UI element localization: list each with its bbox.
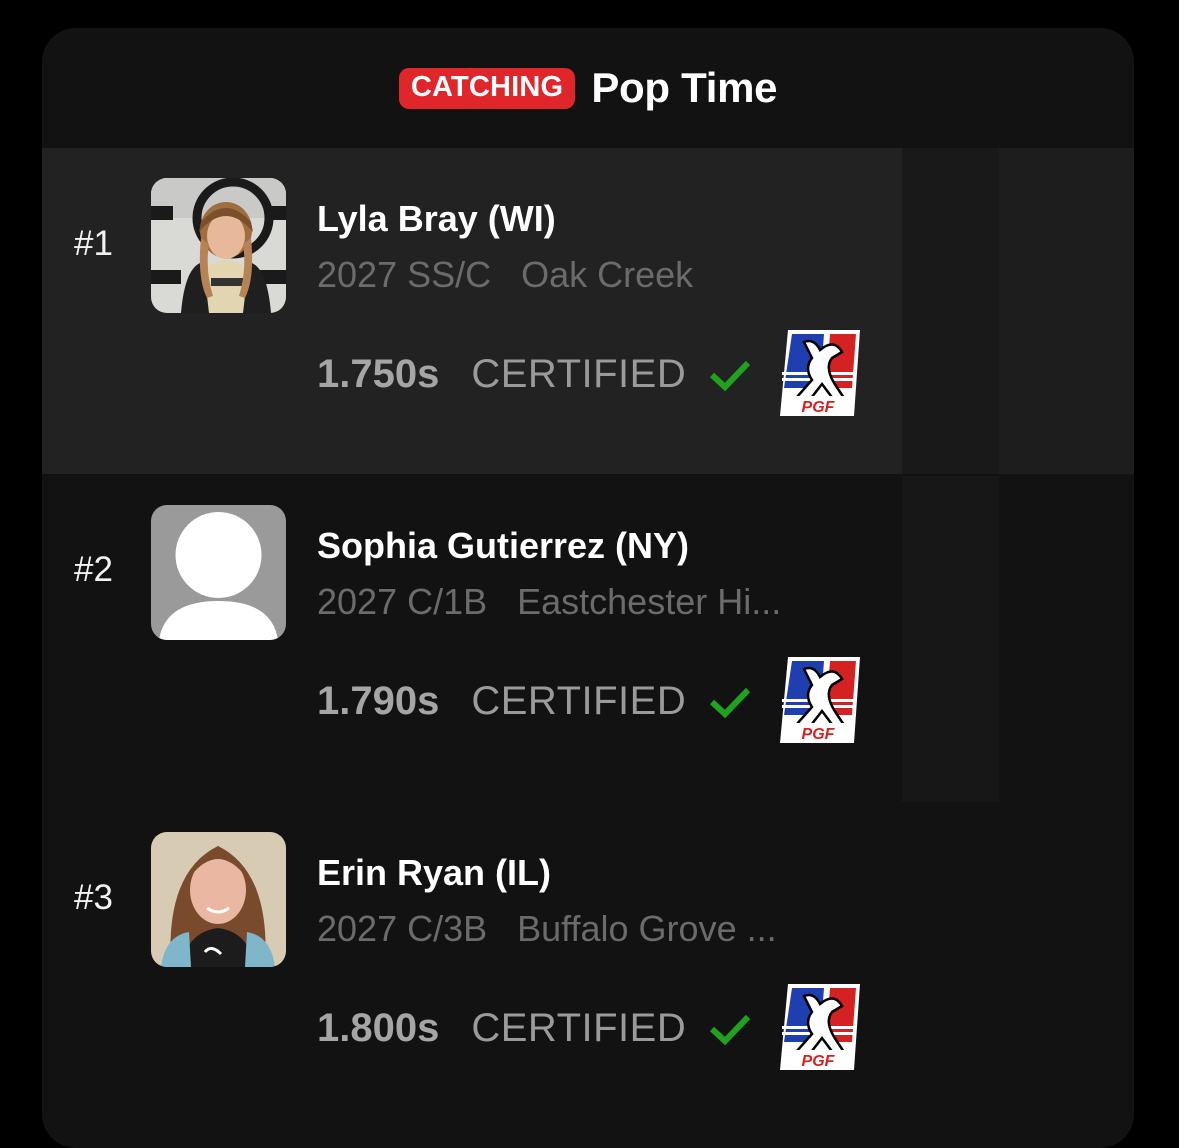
team-name: Buffalo Grove ... bbox=[517, 908, 777, 949]
player-photo-icon bbox=[151, 178, 286, 313]
avatar[interactable] bbox=[151, 832, 286, 967]
column-strip bbox=[902, 476, 999, 802]
svg-text:PGF: PGF bbox=[802, 399, 836, 416]
team-name: Oak Creek bbox=[521, 254, 694, 295]
class-position: 2027 C/3B bbox=[317, 908, 488, 949]
player-details: 2027 C/3B Buffalo Grove ... bbox=[317, 908, 777, 950]
card-header: CATCHING Pop Time bbox=[42, 28, 1134, 148]
pop-time-value: 1.790s bbox=[317, 679, 440, 723]
pop-time-stat: 1.800s CERTIFIED bbox=[317, 1006, 752, 1051]
rank-label: #2 bbox=[74, 550, 113, 589]
pop-time-value: 1.800s bbox=[317, 1006, 440, 1050]
pgf-logo-icon: PGF bbox=[780, 657, 860, 743]
list-item[interactable]: #3 Erin Ryan (IL) 2027 C/3B Buffalo Grove… bbox=[42, 804, 902, 1130]
column-strip bbox=[902, 148, 999, 474]
list-item[interactable]: #1 Lyla Bray (WI) 2027 SS/C Oak Creek 1.… bbox=[42, 148, 902, 474]
svg-text:PGF: PGF bbox=[802, 1053, 836, 1070]
player-name: Lyla Bray (WI) bbox=[317, 198, 556, 239]
avatar-placeholder-icon bbox=[151, 505, 286, 640]
class-position: 2027 C/1B bbox=[317, 581, 488, 622]
pop-time-stat: 1.790s CERTIFIED bbox=[317, 679, 752, 724]
pgf-logo-icon: PGF bbox=[780, 330, 860, 416]
certified-label: CERTIFIED bbox=[471, 679, 687, 723]
column-strip bbox=[999, 148, 1134, 474]
check-icon bbox=[710, 1014, 751, 1045]
player-details: 2027 SS/C Oak Creek bbox=[317, 254, 693, 296]
pop-time-value: 1.750s bbox=[317, 352, 440, 396]
player-photo-icon bbox=[151, 832, 286, 967]
class-position: 2027 SS/C bbox=[317, 254, 492, 295]
team-name: Eastchester Hi... bbox=[517, 581, 782, 622]
card-title: Pop Time bbox=[591, 64, 778, 111]
check-icon bbox=[710, 687, 751, 718]
category-badge: CATCHING bbox=[398, 67, 576, 109]
certified-label: CERTIFIED bbox=[471, 1006, 687, 1050]
avatar[interactable] bbox=[151, 178, 286, 313]
pgf-logo-icon: PGF bbox=[780, 984, 860, 1070]
rank-label: #3 bbox=[74, 878, 113, 917]
avatar[interactable] bbox=[151, 505, 286, 640]
player-details: 2027 C/1B Eastchester Hi... bbox=[317, 581, 781, 623]
leaderboard-card: CATCHING Pop Time #1 Lyla Bray (WI) 2027… bbox=[42, 28, 1134, 1148]
player-name: Sophia Gutierrez (NY) bbox=[317, 525, 690, 566]
rank-label: #1 bbox=[74, 224, 113, 263]
certified-label: CERTIFIED bbox=[471, 352, 687, 396]
list-item[interactable]: #2 Sophia Gutierrez (NY) 2027 C/1B Eastch… bbox=[42, 476, 902, 802]
svg-text:PGF: PGF bbox=[802, 726, 836, 743]
pop-time-stat: 1.750s CERTIFIED bbox=[317, 352, 752, 397]
check-icon bbox=[710, 360, 751, 391]
player-name: Erin Ryan (IL) bbox=[317, 852, 552, 893]
